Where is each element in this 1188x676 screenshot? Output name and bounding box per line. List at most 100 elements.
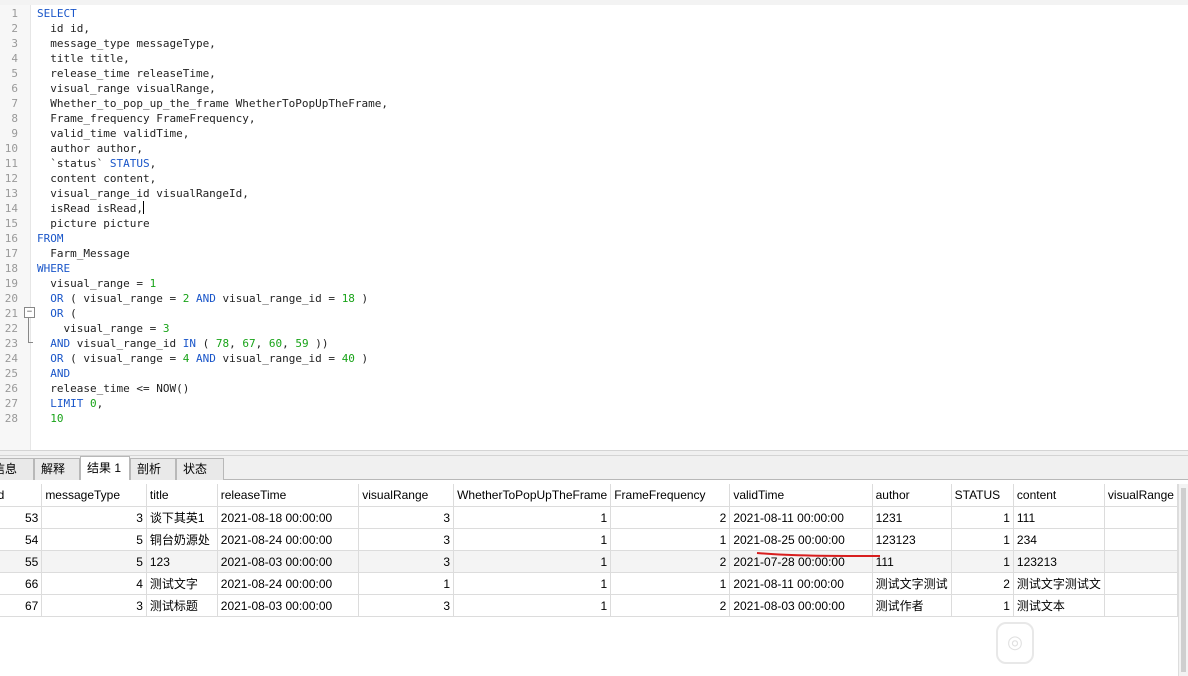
table-cell[interactable]: 2021-08-18 00:00:00 bbox=[217, 506, 360, 529]
table-cell[interactable]: 3 bbox=[41, 506, 147, 529]
code-line[interactable]: visual_range_id visualRangeId, bbox=[37, 186, 249, 201]
code-line[interactable]: OR ( bbox=[37, 306, 77, 321]
table-cell[interactable] bbox=[1104, 550, 1178, 573]
code-line[interactable]: content content, bbox=[37, 171, 156, 186]
table-cell[interactable] bbox=[1104, 594, 1178, 617]
column-header[interactable]: validTime bbox=[729, 484, 873, 507]
table-cell[interactable]: 1 bbox=[951, 550, 1014, 573]
code-line[interactable]: `status` STATUS, bbox=[37, 156, 156, 171]
table-cell[interactable]: 2021-08-11 00:00:00 bbox=[729, 506, 873, 529]
code-line[interactable]: isRead isRead, bbox=[37, 201, 144, 216]
column-header[interactable]: STATUS bbox=[951, 484, 1014, 507]
table-cell[interactable]: 1 bbox=[610, 572, 731, 595]
table-cell[interactable]: 123213 bbox=[1013, 550, 1105, 573]
table-cell[interactable]: 1 bbox=[610, 528, 731, 551]
scrollbar-thumb[interactable] bbox=[1181, 488, 1186, 672]
code-line[interactable]: message_type messageType, bbox=[37, 36, 216, 51]
table-cell[interactable]: 2021-08-24 00:00:00 bbox=[217, 528, 360, 551]
table-cell[interactable]: 53 bbox=[0, 506, 43, 529]
code-line[interactable]: Farm_Message bbox=[37, 246, 129, 261]
table-cell[interactable]: 1 bbox=[453, 594, 612, 617]
sql-editor[interactable]: 1 2 3 4 5 6 7 8 9 10 11 12 13 14 15 16 17 18 19 20 21 22 23 24 2… bbox=[0, 0, 1188, 450]
table-cell[interactable]: 测试文字测试文 bbox=[1013, 572, 1105, 595]
table-cell[interactable]: 123 bbox=[146, 550, 218, 573]
table-cell[interactable]: 1 bbox=[453, 506, 612, 529]
table-cell[interactable]: 1 bbox=[453, 572, 612, 595]
code-line[interactable]: OR ( visual_range = 2 AND visual_range_i… bbox=[37, 291, 368, 306]
column-header[interactable]: visualRange bbox=[1104, 484, 1178, 507]
column-header[interactable]: title bbox=[146, 484, 218, 507]
code-line[interactable]: Frame_frequency FrameFrequency, bbox=[37, 111, 255, 126]
table-cell[interactable]: 2021-08-03 00:00:00 bbox=[217, 550, 360, 573]
table-cell[interactable]: 测试文字 bbox=[146, 572, 218, 595]
code-line[interactable]: AND visual_range_id IN ( 78, 67, 60, 59 … bbox=[37, 336, 328, 351]
table-cell[interactable]: 2 bbox=[951, 572, 1014, 595]
table-cell[interactable]: 55 bbox=[0, 550, 43, 573]
code-line[interactable]: release_time <= NOW() bbox=[37, 381, 189, 396]
table-cell[interactable]: 2 bbox=[610, 550, 731, 573]
table-cell[interactable]: 铜台奶源处 bbox=[146, 528, 218, 551]
table-cell[interactable]: 2021-08-24 00:00:00 bbox=[217, 572, 360, 595]
code-line[interactable]: title title, bbox=[37, 51, 129, 66]
table-row[interactable]: 67 3 测试标题 2021-08-03 00:00:00 3 1 2 2021-08-03 … bbox=[0, 594, 1178, 617]
code-line[interactable]: visual_range = 3 bbox=[37, 321, 169, 336]
table-cell[interactable]: 2021-07-28 00:00:00 bbox=[729, 550, 873, 573]
code-line[interactable]: valid_time validTime, bbox=[37, 126, 189, 141]
code-line[interactable]: OR ( visual_range = 4 AND visual_range_i… bbox=[37, 351, 368, 366]
table-cell[interactable]: 3 bbox=[358, 594, 455, 617]
table-cell[interactable]: 54 bbox=[0, 528, 43, 551]
table-cell[interactable]: 123123 bbox=[872, 528, 952, 551]
table-row[interactable]: 66 4 测试文字 2021-08-24 00:00:00 1 1 1 2021-08-11 … bbox=[0, 572, 1178, 595]
table-cell[interactable]: 2 bbox=[610, 506, 731, 529]
code-line[interactable]: 10 bbox=[37, 411, 63, 426]
column-header[interactable]: messageType bbox=[41, 484, 147, 507]
tab-profile[interactable]: 剖析 bbox=[130, 458, 176, 480]
vertical-scrollbar[interactable] bbox=[1178, 484, 1188, 676]
column-header[interactable]: id bbox=[0, 484, 43, 507]
table-cell[interactable] bbox=[1104, 506, 1178, 529]
table-cell[interactable]: 3 bbox=[358, 528, 455, 551]
code-line[interactable]: WHERE bbox=[37, 261, 70, 276]
table-cell[interactable]: 4 bbox=[41, 572, 147, 595]
table-cell[interactable]: 测试文字测试 bbox=[872, 572, 952, 595]
tab-explain[interactable]: 解释 1 bbox=[34, 458, 80, 496]
table-cell[interactable]: 2 bbox=[610, 594, 731, 617]
table-cell[interactable]: 3 bbox=[358, 506, 455, 529]
table-cell[interactable]: 1 bbox=[453, 550, 612, 573]
code-line[interactable]: release_time releaseTime, bbox=[37, 66, 216, 81]
table-cell[interactable]: 测试作者 bbox=[872, 594, 952, 617]
table-cell[interactable]: 测试标题 bbox=[146, 594, 218, 617]
code-line[interactable]: author author, bbox=[37, 141, 143, 156]
column-header[interactable]: author bbox=[872, 484, 952, 507]
code-line[interactable]: Whether_to_pop_up_the_frame WhetherToPop… bbox=[37, 96, 388, 111]
table-cell[interactable]: 234 bbox=[1013, 528, 1105, 551]
table-cell[interactable]: 67 bbox=[0, 594, 43, 617]
table-cell[interactable]: 3 bbox=[41, 594, 147, 617]
tab-status[interactable]: 状态 bbox=[176, 458, 224, 480]
table-cell[interactable] bbox=[1104, 572, 1178, 595]
table-cell[interactable]: 111 bbox=[872, 550, 952, 573]
table-row[interactable]: 53 3 谈下其英1 2021-08-18 00:00:00 3 1 2 2021-08-11… bbox=[0, 506, 1178, 529]
table-row[interactable]: 55 5 123 2021-08-03 00:00:00 3 1 2 2021-07-28 0… bbox=[0, 550, 1178, 573]
table-cell[interactable]: 2021-08-03 00:00:00 bbox=[217, 594, 360, 617]
table-cell[interactable]: 3 bbox=[358, 550, 455, 573]
table-cell[interactable]: 5 bbox=[41, 550, 147, 573]
code-line[interactable]: picture picture bbox=[37, 216, 149, 231]
table-cell[interactable]: 1 bbox=[951, 528, 1014, 551]
table-cell[interactable]: 谈下其英1 bbox=[146, 506, 218, 529]
column-header[interactable]: content bbox=[1013, 484, 1105, 507]
code-line[interactable]: SELECT bbox=[37, 6, 77, 21]
table-cell[interactable]: 1 bbox=[358, 572, 455, 595]
code-line[interactable]: visual_range visualRange, bbox=[37, 81, 216, 96]
table-cell[interactable]: 2021-08-03 00:00:00 bbox=[729, 594, 873, 617]
table-cell[interactable]: 1 bbox=[453, 528, 612, 551]
code-line[interactable]: id id, bbox=[37, 21, 90, 36]
table-cell[interactable]: 2021-08-11 00:00:00 bbox=[729, 572, 873, 595]
table-cell[interactable]: 5 bbox=[41, 528, 147, 551]
table-cell[interactable] bbox=[1104, 528, 1178, 551]
column-header[interactable]: visualRange bbox=[358, 484, 455, 507]
code-line[interactable]: LIMIT 0, bbox=[37, 396, 103, 411]
table-cell[interactable]: 测试文本 bbox=[1013, 594, 1105, 617]
table-cell[interactable]: 2021-08-25 00:00:00 bbox=[729, 528, 873, 551]
column-header[interactable]: releaseTime bbox=[217, 484, 360, 507]
